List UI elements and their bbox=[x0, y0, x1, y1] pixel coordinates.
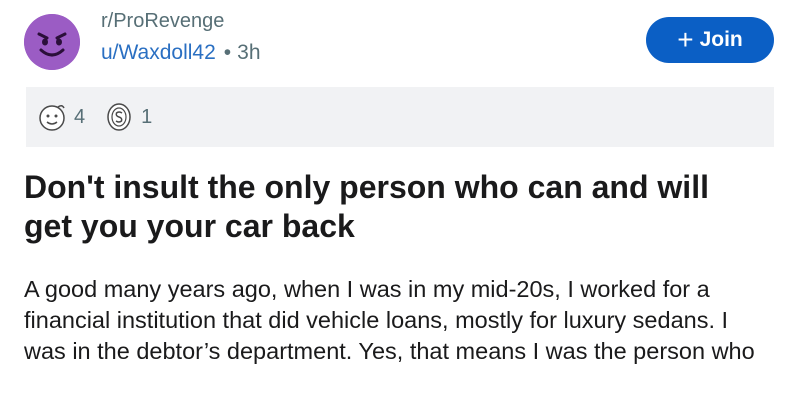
devil-face-icon bbox=[24, 14, 80, 70]
plus-icon: + bbox=[677, 24, 694, 55]
coin-award-icon bbox=[107, 103, 131, 131]
separator-dot: • bbox=[223, 41, 232, 64]
author-line: u/Waxdoll42 • 3h bbox=[101, 41, 261, 65]
award-face[interactable]: 4 bbox=[36, 101, 85, 133]
post-header: r/ProRevenge u/Waxdoll42 • 3h + Join bbox=[0, 0, 800, 86]
awards-bar: 4 1 bbox=[26, 87, 774, 147]
post-body: A good many years ago, when I was in my … bbox=[24, 276, 755, 364]
join-label: Join bbox=[699, 28, 743, 51]
subreddit-name[interactable]: r/ProRevenge bbox=[101, 10, 224, 33]
award-count: 1 bbox=[141, 105, 153, 128]
author-link[interactable]: u/Waxdoll42 bbox=[101, 41, 216, 64]
subreddit-avatar[interactable] bbox=[24, 14, 80, 70]
join-button[interactable]: + Join bbox=[646, 17, 774, 63]
award-count: 4 bbox=[74, 105, 86, 128]
award-coin[interactable]: 1 bbox=[103, 101, 152, 133]
face-award-icon bbox=[39, 104, 65, 131]
post-time: 3h bbox=[237, 41, 261, 64]
post-title[interactable]: Don't insult the only person who can and… bbox=[24, 168, 764, 246]
